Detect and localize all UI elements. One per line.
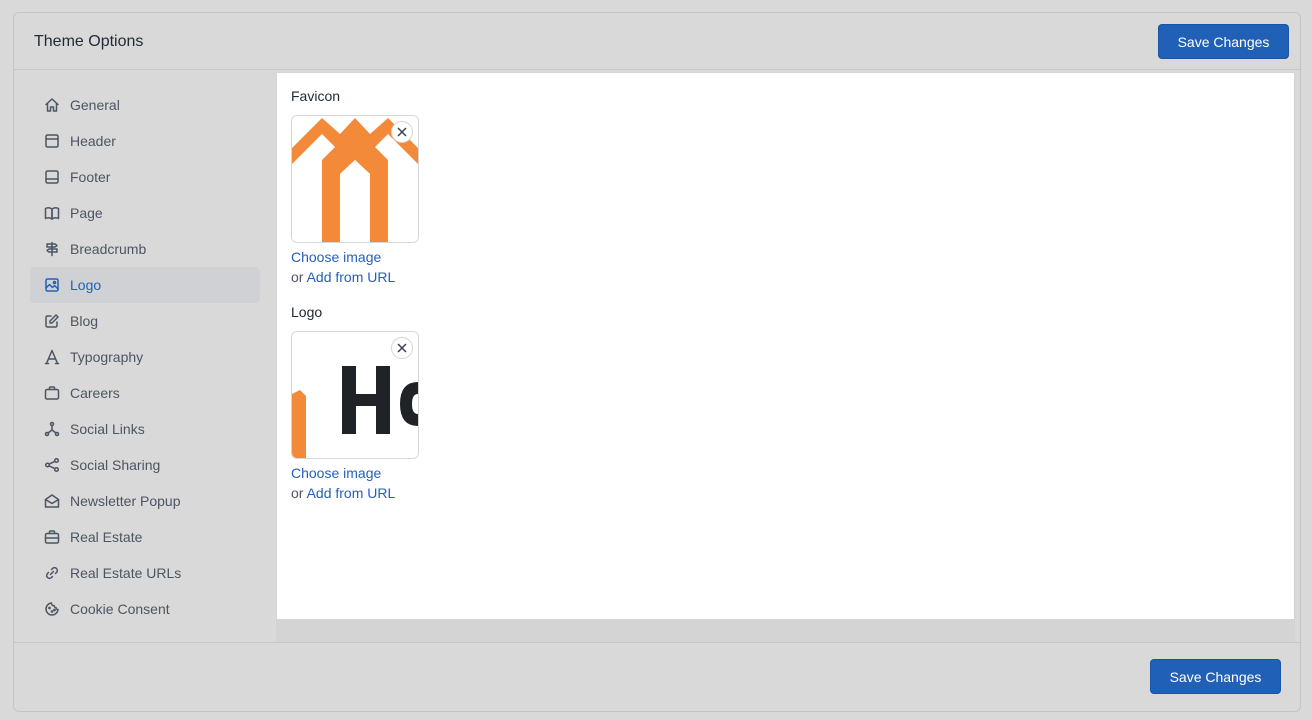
save-button-top[interactable]: Save Changes (1158, 24, 1289, 59)
sidebar-item-label: Careers (70, 385, 120, 401)
page-title: Theme Options (34, 33, 144, 50)
briefcase-icon (44, 385, 60, 401)
sidebar-item-general[interactable]: General (30, 87, 260, 123)
or-text: or (291, 269, 304, 285)
sidebar-item-label: Logo (70, 277, 102, 293)
sidebar-item-label: Header (70, 133, 116, 149)
sidebar-item-label: Social Links (70, 421, 145, 437)
sidebar-item-breadcrumb[interactable]: Breadcrumb (30, 231, 260, 267)
favicon-choose-image-link[interactable]: Choose image (291, 249, 381, 265)
book-icon (44, 205, 60, 221)
logo-add-from-url-link[interactable]: Add from URL (307, 485, 396, 501)
logo-settings-panel: Favicon Choose image or Add from URL Log… (276, 72, 1295, 620)
logo-choose-image-link[interactable]: Choose image (291, 465, 381, 481)
sidebar-item-blog[interactable]: Blog (30, 303, 260, 339)
sidebar-item-cookie-consent[interactable]: Cookie Consent (30, 591, 260, 627)
sidebar-item-logo[interactable]: Logo (30, 267, 260, 303)
sidebar-item-label: Typography (70, 349, 144, 365)
layout-bottom-icon (44, 169, 60, 185)
sidebar-item-label: Cookie Consent (70, 601, 170, 617)
logo-url-row: or Add from URL (291, 485, 395, 501)
favicon-url-row: or Add from URL (291, 269, 395, 285)
sidebar: General Header Footer Page Breadcrumb Lo… (30, 87, 260, 627)
edit-icon (44, 313, 60, 329)
home-icon (44, 97, 60, 113)
sidebar-item-social-links[interactable]: Social Links (30, 411, 260, 447)
layout-top-icon (44, 133, 60, 149)
save-button-bottom[interactable]: Save Changes (1150, 659, 1281, 694)
link-icon (44, 565, 60, 581)
sidebar-item-label: Page (70, 205, 103, 221)
card-footer-divider (14, 642, 1300, 643)
logo-choose-row: Choose image (291, 465, 381, 481)
card-header: Theme Options Save Changes (14, 13, 1300, 70)
cookie-icon (44, 601, 60, 617)
sidebar-item-careers[interactable]: Careers (30, 375, 260, 411)
signpost-icon (44, 241, 60, 257)
sidebar-item-newsletter-popup[interactable]: Newsletter Popup (30, 483, 260, 519)
close-icon (397, 343, 407, 353)
sidebar-item-header[interactable]: Header (30, 123, 260, 159)
briefcase-2-icon (44, 529, 60, 545)
remove-favicon-button[interactable] (391, 121, 413, 143)
sidebar-item-label: Social Sharing (70, 457, 161, 473)
sidebar-item-label: Real Estate URLs (70, 565, 182, 581)
favicon-choose-row: Choose image (291, 249, 381, 265)
theme-options-card: Theme Options Save Changes General Heade… (13, 12, 1301, 712)
favicon-preview (291, 115, 419, 243)
remove-logo-button[interactable] (391, 337, 413, 359)
favicon-label: Favicon (291, 88, 341, 104)
sidebar-item-page[interactable]: Page (30, 195, 260, 231)
or-text: or (291, 485, 304, 501)
mail-opened-icon (44, 493, 60, 509)
close-icon (397, 127, 407, 137)
content-footer-strip (276, 620, 1295, 642)
favicon-add-from-url-link[interactable]: Add from URL (307, 269, 396, 285)
share-network-icon (44, 421, 60, 437)
sidebar-item-label: Footer (70, 169, 111, 185)
sidebar-item-real-estate-urls[interactable]: Real Estate URLs (30, 555, 260, 591)
logo-preview (291, 331, 419, 459)
typography-icon (44, 349, 60, 365)
sidebar-item-real-estate[interactable]: Real Estate (30, 519, 260, 555)
sidebar-item-label: Breadcrumb (70, 241, 147, 257)
image-icon (44, 277, 60, 293)
sidebar-item-social-sharing[interactable]: Social Sharing (30, 447, 260, 483)
share-icon (44, 457, 60, 473)
sidebar-item-label: General (70, 97, 120, 113)
logo-label: Logo (291, 304, 323, 320)
sidebar-item-typography[interactable]: Typography (30, 339, 260, 375)
sidebar-item-label: Blog (70, 313, 99, 329)
sidebar-item-footer[interactable]: Footer (30, 159, 260, 195)
sidebar-item-label: Newsletter Popup (70, 493, 181, 509)
sidebar-item-label: Real Estate (70, 529, 143, 545)
